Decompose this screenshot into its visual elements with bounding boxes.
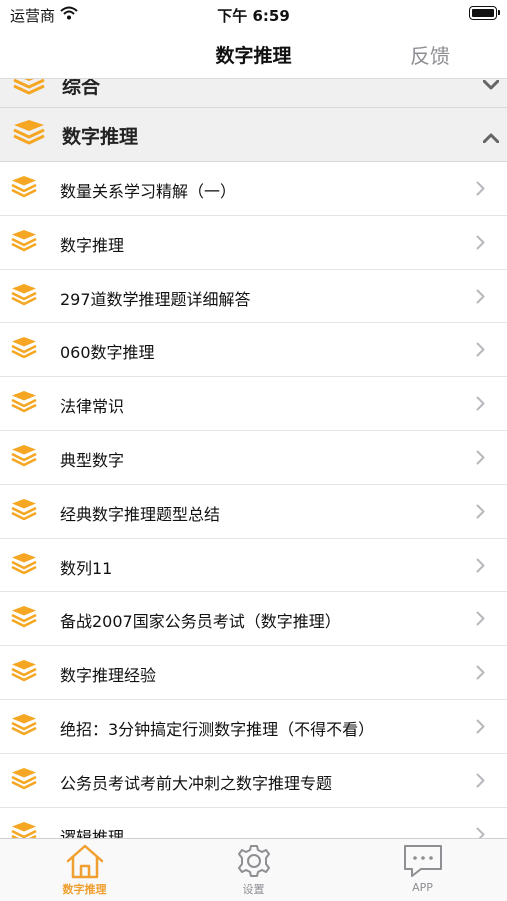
chevron-right-icon: [476, 773, 485, 792]
stack-icon: [10, 659, 38, 689]
stack-icon: [10, 390, 38, 420]
tab-settings[interactable]: 设置: [169, 843, 338, 897]
list-item-label: 数字推理经验: [60, 666, 157, 686]
list-item-label: 经典数字推理题型总结: [60, 504, 221, 524]
chevron-right-icon: [476, 235, 485, 254]
stack-icon: [10, 498, 38, 528]
battery-icon: [469, 6, 500, 20]
stack-icon: [10, 767, 38, 797]
stack-icon: [10, 552, 38, 582]
article-list: 数量关系学习精解（一） 数字推理 297道数学推理题详细解答 060数字推理 法…: [0, 162, 507, 838]
status-bar: 运营商 下午 6:59: [0, 0, 507, 28]
list-item[interactable]: 数量关系学习精解（一）: [0, 162, 507, 216]
navigation-bar: 数字推理 反馈: [0, 28, 507, 79]
stack-icon: [10, 821, 38, 838]
stack-icon: [12, 79, 46, 103]
chevron-right-icon: [476, 504, 485, 523]
chevron-right-icon: [476, 396, 485, 415]
chat-icon: [338, 843, 507, 879]
stack-icon: [10, 605, 38, 635]
list-item-label: 公务员考试考前大冲刺之数字推理专题: [60, 773, 333, 793]
list-item[interactable]: 297道数学推理题详细解答: [0, 270, 507, 324]
section-header-number-reasoning[interactable]: 数字推理: [0, 108, 507, 162]
tab-label: 数字推理: [62, 883, 107, 896]
list-item[interactable]: 060数字推理: [0, 323, 507, 378]
chevron-right-icon: [476, 181, 485, 200]
section-header-general[interactable]: 综合: [0, 79, 507, 108]
list-item-label: 数字推理: [60, 235, 125, 255]
list-item[interactable]: 公务员考试考前大冲刺之数字推理专题: [0, 754, 507, 808]
list-item[interactable]: 数字推理经验: [0, 646, 507, 700]
chevron-right-icon: [476, 827, 485, 838]
tab-bar: 数字推理 设置 APP: [0, 838, 507, 901]
list-item[interactable]: 法律常识: [0, 377, 507, 431]
tab-number-reasoning[interactable]: 数字推理: [0, 843, 169, 897]
tab-label: 设置: [242, 883, 265, 896]
stack-icon: [10, 444, 38, 474]
list-item-label: 逻辑推理: [60, 827, 125, 838]
chevron-right-icon: [476, 558, 485, 577]
stack-icon: [10, 229, 38, 259]
chevron-right-icon: [476, 719, 485, 738]
stack-icon: [10, 713, 38, 743]
gear-icon: [169, 843, 338, 879]
chevron-right-icon: [476, 342, 485, 361]
list-item-label: 备战2007国家公务员考试（数字推理）: [60, 612, 341, 632]
list-item-label: 典型数字: [60, 450, 125, 470]
list-item[interactable]: 数列11: [0, 539, 507, 593]
chevron-right-icon: [476, 289, 485, 308]
section-label: 数字推理: [62, 126, 139, 148]
list-item-label: 297道数学推理题详细解答: [60, 289, 251, 309]
chevron-up-icon: [482, 128, 500, 147]
stack-icon: [10, 336, 38, 366]
tab-label: APP: [412, 881, 433, 894]
list-item[interactable]: 备战2007国家公务员考试（数字推理）: [0, 592, 507, 647]
list-item[interactable]: 绝招：3分钟搞定行测数字推理（不得不看）: [0, 700, 507, 754]
list-item[interactable]: 典型数字: [0, 431, 507, 485]
status-time: 下午 6:59: [217, 7, 290, 25]
chevron-right-icon: [476, 450, 485, 469]
list-item-label: 060数字推理: [60, 343, 155, 363]
feedback-button[interactable]: 反馈: [410, 40, 450, 69]
tab-app[interactable]: APP: [338, 843, 507, 894]
stack-icon: [10, 283, 38, 313]
list-item[interactable]: 经典数字推理题型总结: [0, 485, 507, 539]
stack-icon: [12, 119, 46, 153]
list-item[interactable]: 逻辑推理: [0, 808, 507, 838]
list-item-label: 数列11: [60, 558, 113, 578]
section-label: 综合: [62, 79, 101, 98]
chevron-down-icon: [482, 79, 500, 94]
list-item[interactable]: 数字推理: [0, 216, 507, 270]
list-item-label: 数量关系学习精解（一）: [60, 182, 237, 201]
list-item-label: 绝招：3分钟搞定行测数字推理（不得不看）: [60, 719, 375, 739]
chevron-right-icon: [476, 611, 485, 630]
list-item-label: 法律常识: [60, 397, 125, 417]
chevron-right-icon: [476, 665, 485, 684]
home-icon: [0, 843, 169, 879]
stack-icon: [10, 175, 38, 205]
